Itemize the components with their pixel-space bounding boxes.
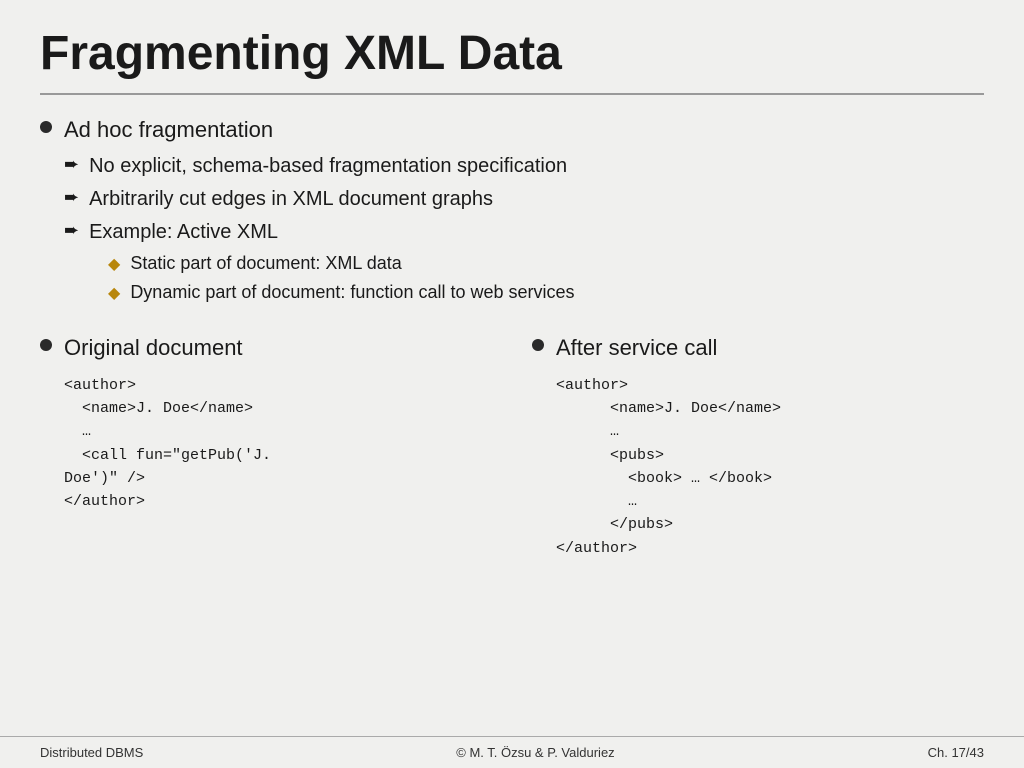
bullet-dot-adhoc [40, 121, 52, 133]
footer: Distributed DBMS © M. T. Özsu & P. Valdu… [0, 736, 1024, 768]
bullet-static: ◆ Static part of document: XML data [108, 251, 984, 276]
col-left-code: <author> <name>J. Doe</name> … <call fun… [64, 374, 492, 514]
slide-title: Fragmenting XML Data [40, 28, 984, 81]
bullet-no-explicit: ➨ No explicit, schema-based fragmentatio… [64, 152, 984, 180]
bullet-static-text: Static part of document: XML data [130, 251, 401, 276]
bullet-no-explicit-text: No explicit, schema-based fragmentation … [89, 152, 567, 180]
bullet-dynamic-text: Dynamic part of document: function call … [130, 280, 574, 305]
column-right: After service call <author> <name>J. Doe… [512, 333, 984, 736]
bullet-arbitrarily: ➨ Arbitrarily cut edges in XML document … [64, 185, 984, 213]
col-right-dot [532, 339, 544, 351]
diamond-icon-2: ◆ [108, 283, 120, 303]
footer-left: Distributed DBMS [40, 745, 143, 760]
two-column-section: Original document <author> <name>J. Doe<… [40, 333, 984, 736]
bullet-example: ➨ Example: Active XML [64, 218, 984, 246]
col-left-dot [40, 339, 52, 351]
bullet-arbitrarily-text: Arbitrarily cut edges in XML document gr… [89, 185, 493, 213]
arrow-icon-2: ➨ [64, 187, 79, 208]
column-left: Original document <author> <name>J. Doe<… [40, 333, 512, 736]
bullet-dynamic: ◆ Dynamic part of document: function cal… [108, 280, 984, 305]
bullet-adhoc-header: Ad hoc fragmentation [40, 115, 984, 146]
footer-center: © M. T. Özsu & P. Valduriez [456, 745, 614, 760]
bullet-example-text: Example: Active XML [89, 218, 278, 246]
sub-sub-bullets: ◆ Static part of document: XML data ◆ Dy… [108, 251, 984, 305]
slide-container: Fragmenting XML Data Ad hoc fragmentatio… [0, 0, 1024, 768]
col-right-header: After service call [532, 333, 984, 364]
diamond-icon-1: ◆ [108, 254, 120, 274]
sub-bullets-adhoc: ➨ No explicit, schema-based fragmentatio… [64, 152, 984, 305]
content-area: Ad hoc fragmentation ➨ No explicit, sche… [0, 115, 1024, 736]
col-left-header: Original document [40, 333, 492, 364]
col-left-header-text: Original document [64, 333, 243, 364]
col-right-header-text: After service call [556, 333, 717, 364]
bullet-adhoc-text: Ad hoc fragmentation [64, 115, 273, 146]
arrow-icon-1: ➨ [64, 154, 79, 175]
arrow-icon-3: ➨ [64, 220, 79, 241]
bullet-adhoc: Ad hoc fragmentation ➨ No explicit, sche… [40, 115, 984, 309]
divider [40, 93, 984, 95]
title-area: Fragmenting XML Data [0, 0, 1024, 93]
footer-right: Ch. 17/43 [928, 745, 984, 760]
col-right-code: <author> <name>J. Doe</name> … <pubs> <b… [556, 374, 984, 560]
